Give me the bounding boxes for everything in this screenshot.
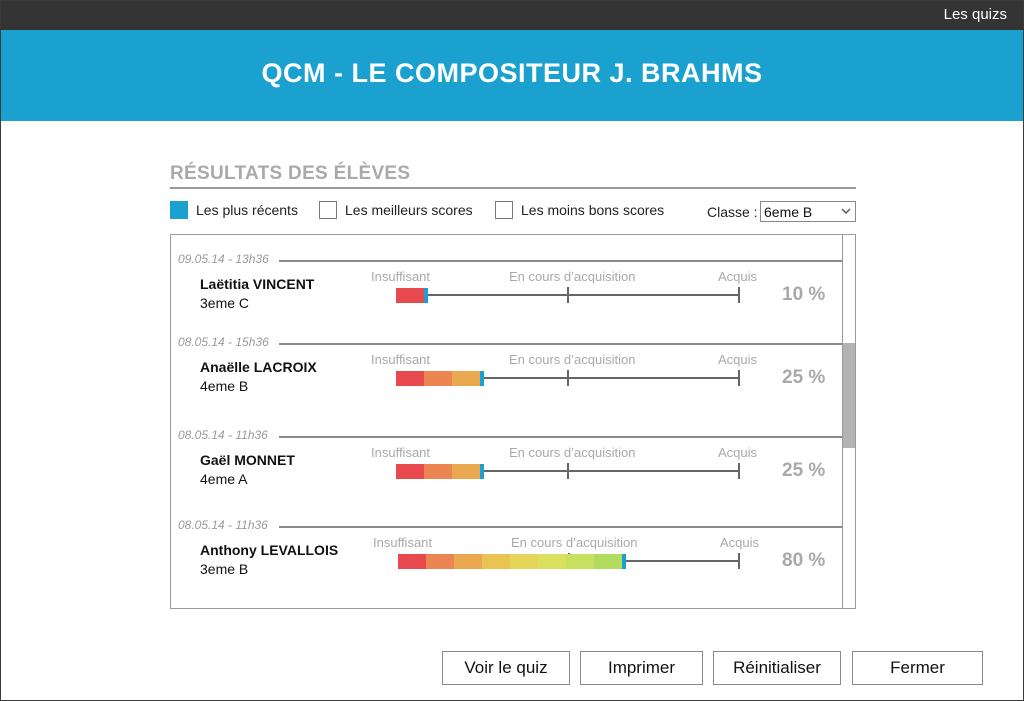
close-button[interactable]: Fermer (852, 651, 983, 685)
page-header: QCM - LE COMPOSITEUR J. BRAHMS (1, 30, 1023, 121)
filter-worst-scores[interactable]: Les moins bons scores (495, 201, 664, 219)
filter-best-scores-checkbox[interactable] (319, 201, 337, 219)
score-segment (566, 554, 594, 569)
class-select[interactable]: 6eme B (760, 201, 856, 222)
score-percent: 80 % (782, 550, 826, 571)
score-segment (426, 554, 454, 569)
filter-most-recent-checkbox[interactable] (170, 201, 188, 219)
score-marker (480, 371, 484, 386)
scrollbar-thumb[interactable] (843, 343, 855, 448)
score-progress-bar (398, 553, 740, 569)
score-segment (454, 554, 482, 569)
page-title: QCM - LE COMPOSITEUR J. BRAHMS (261, 58, 763, 88)
track-tick-end (738, 553, 740, 569)
row-divider (279, 343, 843, 345)
score-marker (480, 464, 484, 479)
track-tick-middle (567, 287, 569, 303)
level-label-acquired: Acquis (720, 535, 760, 550)
score-progress-bar (396, 287, 740, 303)
student-name: Anthony LEVALLOIS (200, 542, 339, 558)
level-label-in-progress: En cours d’acquisition (509, 269, 636, 284)
score-marker (424, 288, 428, 303)
score-percent: 25 % (782, 460, 826, 481)
track-tick-middle (567, 370, 569, 386)
student-name: Anaëlle LACROIX (200, 359, 317, 375)
score-fill (396, 464, 484, 479)
score-segment (452, 464, 480, 479)
row-divider (279, 436, 843, 438)
track-tick-end (738, 370, 740, 386)
score-progress-bar (396, 370, 740, 386)
results-divider (170, 187, 856, 189)
level-label-insufficient: Insuffisant (371, 352, 431, 367)
student-class: 3eme C (200, 295, 250, 311)
level-label-insufficient: Insuffisant (371, 445, 431, 460)
class-filter-label: Classe : (707, 204, 758, 220)
filter-worst-scores-label: Les moins bons scores (521, 202, 665, 218)
score-fill (396, 288, 428, 303)
filter-best-scores[interactable]: Les meilleurs scores (319, 201, 473, 219)
student-class: 4eme A (200, 471, 248, 487)
level-label-acquired: Acquis (718, 352, 758, 367)
class-select-value: 6eme B (764, 204, 813, 220)
score-segment (452, 371, 480, 386)
score-segment (482, 554, 510, 569)
quizzes-link[interactable]: Les quizs (944, 6, 1007, 23)
score-fill (396, 371, 484, 386)
student-class: 4eme B (200, 378, 249, 394)
track-tick-end (738, 287, 740, 303)
results-list: 09.05.14 - 13h36 Laëtitia VINCENT 3eme C In… (170, 234, 856, 609)
score-segment (396, 288, 424, 303)
result-date: 08.05.14 - 11h36 (178, 428, 268, 442)
score-percent: 10 % (782, 284, 826, 305)
score-segment (538, 554, 566, 569)
print-button[interactable]: Imprimer (580, 651, 703, 685)
chevron-down-icon (841, 208, 851, 214)
level-label-insufficient: Insuffisant (371, 269, 431, 284)
score-segment (396, 464, 424, 479)
score-segment (510, 554, 538, 569)
filter-most-recent-label: Les plus récents (196, 202, 298, 218)
result-date: 08.05.14 - 11h36 (178, 518, 268, 532)
track-tick-middle (567, 463, 569, 479)
student-class: 3eme B (200, 561, 249, 577)
result-date: 09.05.14 - 13h36 (178, 252, 269, 266)
score-segment (396, 371, 424, 386)
reset-button[interactable]: Réinitialiser (713, 651, 841, 685)
score-segment (594, 554, 622, 569)
level-label-acquired: Acquis (718, 269, 758, 284)
score-marker (622, 554, 626, 569)
row-divider (279, 526, 843, 528)
score-segment (398, 554, 426, 569)
score-fill (398, 554, 626, 569)
score-progress-bar (396, 463, 740, 479)
result-date: 08.05.14 - 15h36 (178, 335, 269, 349)
level-label-in-progress: En cours d’acquisition (511, 535, 638, 550)
score-percent: 25 % (782, 367, 826, 388)
filter-worst-scores-checkbox[interactable] (495, 201, 513, 219)
top-bar: Les quizs (1, 1, 1023, 30)
filter-most-recent[interactable]: Les plus récents (170, 201, 298, 219)
row-divider (279, 260, 843, 262)
results-heading: RÉSULTATS DES ÉLÈVES (170, 163, 411, 184)
scrollbar[interactable] (842, 235, 855, 608)
view-quiz-button[interactable]: Voir le quiz (442, 651, 570, 685)
level-label-acquired: Acquis (718, 445, 758, 460)
score-segment (424, 464, 452, 479)
score-segment (424, 371, 452, 386)
level-label-in-progress: En cours d’acquisition (509, 445, 636, 460)
filter-best-scores-label: Les meilleurs scores (345, 202, 473, 218)
level-label-insufficient: Insuffisant (373, 535, 433, 550)
level-label-in-progress: En cours d’acquisition (509, 352, 636, 367)
track-tick-end (738, 463, 740, 479)
student-name: Gaël MONNET (200, 452, 295, 468)
student-name: Laëtitia VINCENT (200, 276, 315, 292)
